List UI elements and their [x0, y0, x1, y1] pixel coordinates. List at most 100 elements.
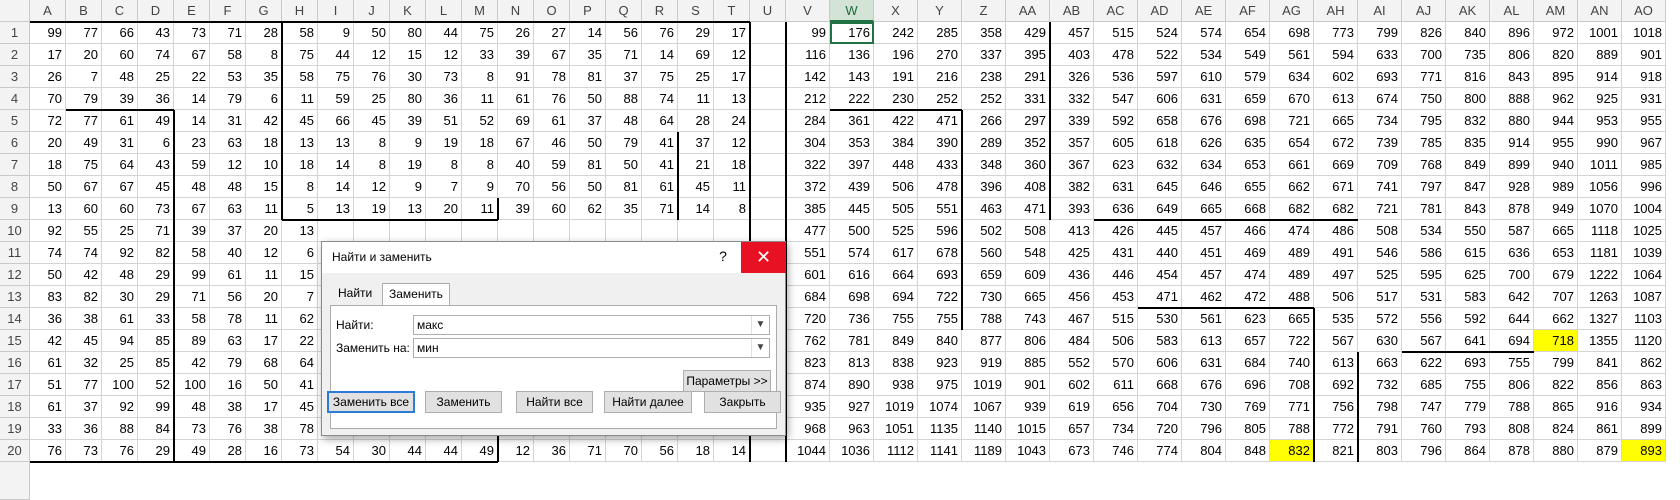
replace-button[interactable]: Заменить: [425, 391, 502, 413]
column-header-AD[interactable]: AD: [1138, 0, 1182, 22]
cell-G13[interactable]: 20: [246, 286, 282, 308]
cell-AJ2[interactable]: 700: [1402, 44, 1446, 66]
cell-AG13[interactable]: 488: [1270, 286, 1314, 308]
cell-AN1[interactable]: 1001: [1578, 22, 1622, 44]
cell-AK5[interactable]: 832: [1446, 110, 1490, 132]
cell-S9[interactable]: 14: [678, 198, 714, 220]
cell-AD14[interactable]: 530: [1138, 308, 1182, 330]
cell-G3[interactable]: 35: [246, 66, 282, 88]
cell-V5[interactable]: 284: [786, 110, 830, 132]
cell-AD11[interactable]: 440: [1138, 242, 1182, 264]
cell-W17[interactable]: 890: [830, 374, 874, 396]
cell-H6[interactable]: 13: [282, 132, 318, 154]
cell-A13[interactable]: 83: [30, 286, 66, 308]
cell-P5[interactable]: 37: [570, 110, 606, 132]
cell-AG16[interactable]: 740: [1270, 352, 1314, 374]
cell-AF17[interactable]: 696: [1226, 374, 1270, 396]
find-all-button[interactable]: Найти все: [516, 391, 593, 413]
column-header-E[interactable]: E: [174, 0, 210, 22]
cell-H5[interactable]: 45: [282, 110, 318, 132]
cell-Y14[interactable]: 755: [918, 308, 962, 330]
cell-I9[interactable]: 13: [318, 198, 354, 220]
cell-C13[interactable]: 30: [102, 286, 138, 308]
cell-W14[interactable]: 736: [830, 308, 874, 330]
cell-K6[interactable]: 9: [390, 132, 426, 154]
cell-I10[interactable]: [318, 220, 354, 242]
cell-AD13[interactable]: 471: [1138, 286, 1182, 308]
cell-AO7[interactable]: 985: [1622, 154, 1666, 176]
cell-C11[interactable]: 92: [102, 242, 138, 264]
cell-G14[interactable]: 11: [246, 308, 282, 330]
cell-AA19[interactable]: 1015: [1006, 418, 1050, 440]
cell-X10[interactable]: 525: [874, 220, 918, 242]
cell-M4[interactable]: 11: [462, 88, 498, 110]
cell-L20[interactable]: 44: [426, 440, 462, 462]
cell-B5[interactable]: 77: [66, 110, 102, 132]
cell-F1[interactable]: 71: [210, 22, 246, 44]
cell-AH10[interactable]: 486: [1314, 220, 1358, 242]
cell-G2[interactable]: 8: [246, 44, 282, 66]
cell-I4[interactable]: 59: [318, 88, 354, 110]
cell-W10[interactable]: 500: [830, 220, 874, 242]
cell-AD3[interactable]: 597: [1138, 66, 1182, 88]
cell-AM5[interactable]: 944: [1534, 110, 1578, 132]
cell-K4[interactable]: 80: [390, 88, 426, 110]
cell-W5[interactable]: 361: [830, 110, 874, 132]
cell-AL3[interactable]: 843: [1490, 66, 1534, 88]
cell-AA10[interactable]: 508: [1006, 220, 1050, 242]
cell-Z7[interactable]: 348: [962, 154, 1006, 176]
cell-N6[interactable]: 67: [498, 132, 534, 154]
cell-AA12[interactable]: 609: [1006, 264, 1050, 286]
cell-AI9[interactable]: 721: [1358, 198, 1402, 220]
cell-E16[interactable]: 42: [174, 352, 210, 374]
cell-AA11[interactable]: 548: [1006, 242, 1050, 264]
cell-AB6[interactable]: 357: [1050, 132, 1094, 154]
cell-F16[interactable]: 79: [210, 352, 246, 374]
cell-B16[interactable]: 32: [66, 352, 102, 374]
cell-AE12[interactable]: 457: [1182, 264, 1226, 286]
cell-Y10[interactable]: 596: [918, 220, 962, 242]
cell-AK1[interactable]: 840: [1446, 22, 1490, 44]
cell-S8[interactable]: 45: [678, 176, 714, 198]
cell-Q2[interactable]: 71: [606, 44, 642, 66]
cell-A7[interactable]: 18: [30, 154, 66, 176]
cell-S10[interactable]: [678, 220, 714, 242]
cell-AN2[interactable]: 889: [1578, 44, 1622, 66]
cell-AE5[interactable]: 676: [1182, 110, 1226, 132]
column-header-K[interactable]: K: [390, 0, 426, 22]
tab-find[interactable]: Найти: [332, 283, 378, 304]
cell-W18[interactable]: 927: [830, 396, 874, 418]
cell-K10[interactable]: [390, 220, 426, 242]
cell-X4[interactable]: 230: [874, 88, 918, 110]
cell-S2[interactable]: 69: [678, 44, 714, 66]
cell-AH2[interactable]: 594: [1314, 44, 1358, 66]
row-header-14[interactable]: 14: [0, 308, 30, 330]
cell-AH18[interactable]: 756: [1314, 396, 1358, 418]
cell-AG14[interactable]: 665: [1270, 308, 1314, 330]
cell-AB20[interactable]: 673: [1050, 440, 1094, 462]
cell-E13[interactable]: 71: [174, 286, 210, 308]
cell-P20[interactable]: 71: [570, 440, 606, 462]
cell-H16[interactable]: 64: [282, 352, 318, 374]
cell-AJ13[interactable]: 531: [1402, 286, 1446, 308]
cell-O4[interactable]: 76: [534, 88, 570, 110]
cell-J20[interactable]: 30: [354, 440, 390, 462]
close-icon[interactable]: ✕: [741, 242, 786, 273]
cell-X9[interactable]: 505: [874, 198, 918, 220]
cell-S4[interactable]: 11: [678, 88, 714, 110]
cell-W13[interactable]: 698: [830, 286, 874, 308]
cell-X7[interactable]: 448: [874, 154, 918, 176]
cell-R1[interactable]: 76: [642, 22, 678, 44]
cell-G7[interactable]: 10: [246, 154, 282, 176]
cell-Y5[interactable]: 471: [918, 110, 962, 132]
cell-H3[interactable]: 58: [282, 66, 318, 88]
cell-AF15[interactable]: 657: [1226, 330, 1270, 352]
cell-K7[interactable]: 19: [390, 154, 426, 176]
cell-AE11[interactable]: 451: [1182, 242, 1226, 264]
cell-AB2[interactable]: 403: [1050, 44, 1094, 66]
cell-AN5[interactable]: 953: [1578, 110, 1622, 132]
cell-W8[interactable]: 439: [830, 176, 874, 198]
cell-H17[interactable]: 41: [282, 374, 318, 396]
cell-U4[interactable]: [750, 88, 786, 110]
cell-N20[interactable]: 12: [498, 440, 534, 462]
